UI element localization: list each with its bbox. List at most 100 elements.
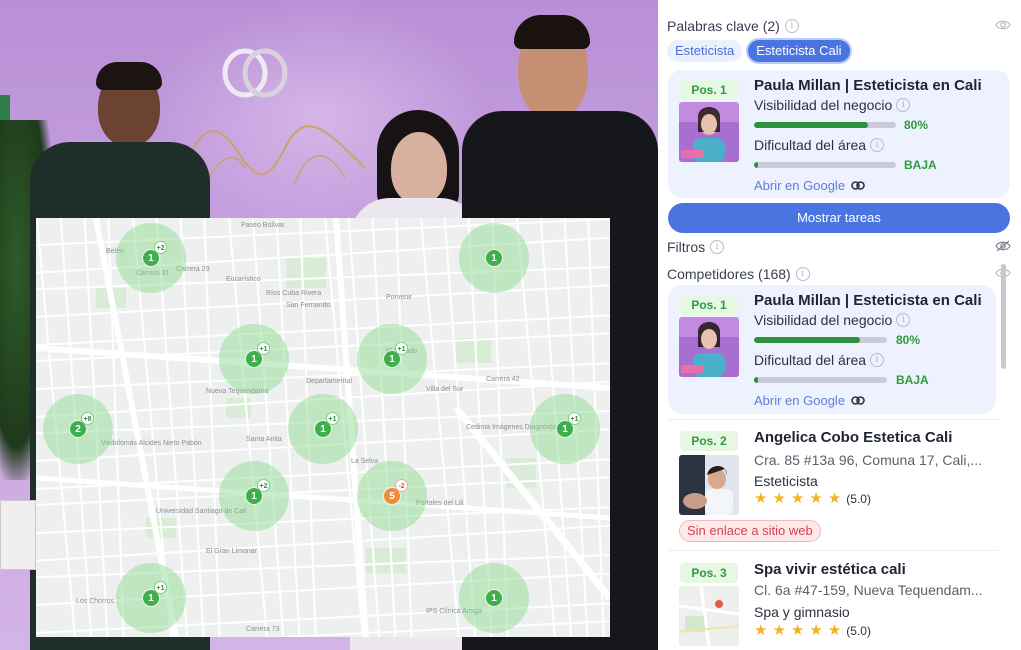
ranking-cluster[interactable]: 2 +8 (43, 394, 113, 464)
competitor-thumbnail (679, 455, 739, 515)
no-website-badge: Sin enlace a sitio web (679, 520, 821, 542)
competitors-title: Competidores (168) (667, 266, 791, 282)
map-street-label: San Fernando (286, 302, 331, 309)
rating-value: (5.0) (846, 623, 871, 638)
competitor-card[interactable]: Pos. 2 Angelica Cobo Estetica Cali Cra. … (668, 421, 998, 549)
map-street-label: Porvenir (386, 294, 413, 301)
ranking-cluster[interactable]: 1 +1 (288, 394, 358, 464)
competitor-name: Paula Millan | Esteticista en Cali (754, 292, 982, 309)
open-google-link[interactable]: Abrir en Google (754, 393, 865, 408)
keyword-chips: Esteticista Esteticista Cali (667, 40, 850, 62)
keywords-header: Palabras clave (2) i (667, 18, 799, 34)
visibility-label: Visibilidad del negocio (754, 97, 893, 113)
map-street-label: Los Chorros (76, 598, 115, 605)
exit-sign (0, 95, 10, 121)
visibility-label: Visibilidad del negocio (754, 312, 893, 328)
ranking-cluster[interactable]: 1 +2 (116, 223, 186, 293)
show-tasks-button[interactable]: Mostrar tareas (668, 203, 1010, 233)
info-icon[interactable]: i (870, 138, 885, 152)
eye-icon[interactable] (995, 19, 1011, 31)
info-icon[interactable]: i (795, 267, 810, 281)
position-badge: Pos. 2 (680, 431, 738, 451)
visibility-bar (754, 122, 896, 128)
rank-change-badge: +1 (257, 342, 270, 355)
difficulty-bar-fill (754, 162, 759, 168)
ranking-cluster[interactable]: 1 +1 (116, 563, 186, 633)
visibility-row: Visibilidad del negocio i (754, 312, 911, 328)
competitors-header: Competidores (168) i (667, 266, 810, 282)
open-google-label: Abrir en Google (754, 393, 846, 408)
star-icon: ★ (827, 490, 842, 507)
position-badge: Pos. 3 (680, 563, 738, 583)
ranking-cluster[interactable]: 1 +1 (219, 324, 289, 394)
difficulty-value: BAJA (896, 373, 929, 387)
rating-stars: ★ ★ ★ ★ ★ (5.0) (754, 491, 871, 506)
difficulty-row: Dificultad del área i (754, 352, 885, 368)
star-icon: ★ (772, 490, 786, 507)
info-icon[interactable]: i (784, 19, 799, 33)
map-street-label: Carrera 42 (486, 376, 520, 383)
open-google-label: Abrir en Google (754, 178, 846, 193)
difficulty-label: Dificultad del área (754, 137, 867, 153)
difficulty-row: Dificultad del área i (754, 137, 885, 153)
open-google-link[interactable]: Abrir en Google (754, 178, 865, 193)
map-street-label: Carrera 73 (246, 626, 280, 633)
rank-pin[interactable]: 1 (485, 589, 503, 607)
eye-off-icon[interactable] (995, 240, 1011, 252)
map-street-label: Paseo Bolívar (241, 222, 285, 229)
ranking-map[interactable]: Paseo Bolívar Carrera 29 Belén Carrera 31 Eu… (36, 218, 610, 637)
visibility-bar-fill (754, 337, 861, 343)
keyword-chip-esteticista[interactable]: Esteticista (667, 40, 743, 62)
map-street-label: La Selva (351, 458, 379, 465)
map-street-label: Valdolomás Alcides Nieto Pabón (101, 440, 202, 447)
competitors-scrollbar[interactable] (1001, 264, 1006, 369)
business-card[interactable]: Pos. 1 Paula Millan | Esteticista en Cal… (668, 70, 1010, 198)
info-icon[interactable]: i (710, 240, 725, 254)
rank-change-badge: +2 (154, 241, 167, 254)
ranking-cluster[interactable]: 5 -2 (357, 461, 427, 531)
competitor-card[interactable]: Pos. 1 Paula Millan | Esteticista en Cal… (668, 285, 996, 414)
ranking-cluster[interactable]: 1 +1 (530, 394, 600, 464)
street (419, 218, 461, 637)
rank-pin[interactable]: 1 (485, 249, 503, 267)
rank-change-badge: +1 (568, 412, 581, 425)
list-divider (668, 550, 998, 551)
rank-change-badge: +1 (326, 412, 339, 425)
difficulty-bar (754, 377, 887, 383)
rank-change-badge: +1 (154, 581, 167, 594)
competitor-address: Cl. 6a #47-159, Nueva Tequendam... (754, 582, 983, 598)
info-icon[interactable]: i (896, 313, 911, 327)
ranking-cluster[interactable]: 1 (459, 563, 529, 633)
map-street-label: Santa Anita (246, 436, 282, 443)
map-street-label: Villa del Sur (426, 386, 464, 393)
info-icon[interactable]: i (870, 353, 885, 367)
ranking-cluster[interactable]: 1 +2 (219, 461, 289, 531)
rank-change-badge: +2 (257, 479, 270, 492)
competitor-map-thumbnail (679, 586, 739, 646)
brochure-stand (0, 500, 36, 570)
competitor-card[interactable]: Pos. 3 Spa vivir estética cali Cl. 6a #4… (668, 553, 998, 650)
park-area (456, 338, 491, 363)
park-area (286, 258, 326, 288)
visibility-row: Visibilidad del negocio i (754, 97, 911, 113)
rankings-panel: Palabras clave (2) i Esteticista Estetic… (658, 0, 1021, 650)
star-icon: ★ (790, 490, 805, 507)
logo-rings-icon (222, 48, 288, 98)
map-street-label: Departamental (306, 378, 352, 385)
visibility-bar (754, 337, 887, 343)
link-icon (851, 181, 865, 190)
star-icon: ★ (772, 622, 786, 639)
info-icon[interactable]: i (896, 98, 911, 112)
ranking-cluster[interactable]: 1 (459, 223, 529, 293)
visibility-percent: 80% (904, 118, 929, 132)
team-photo: Paseo Bolívar Carrera 29 Belén Carrera 31 Eu… (0, 0, 658, 650)
map-street-label: Eucarístico (226, 276, 261, 283)
street (395, 218, 413, 637)
ranking-cluster[interactable]: 1 +1 (357, 324, 427, 394)
star-icon: ★ (754, 490, 768, 507)
filters-label: Filtros (667, 239, 706, 255)
visibility-bar-fill (754, 122, 868, 128)
keyword-chip-esteticista-cali[interactable]: Esteticista Cali (748, 40, 850, 62)
competitor-name: Angelica Cobo Estetica Cali (754, 429, 953, 446)
competitor-name: Spa vivir estética cali (754, 561, 906, 578)
